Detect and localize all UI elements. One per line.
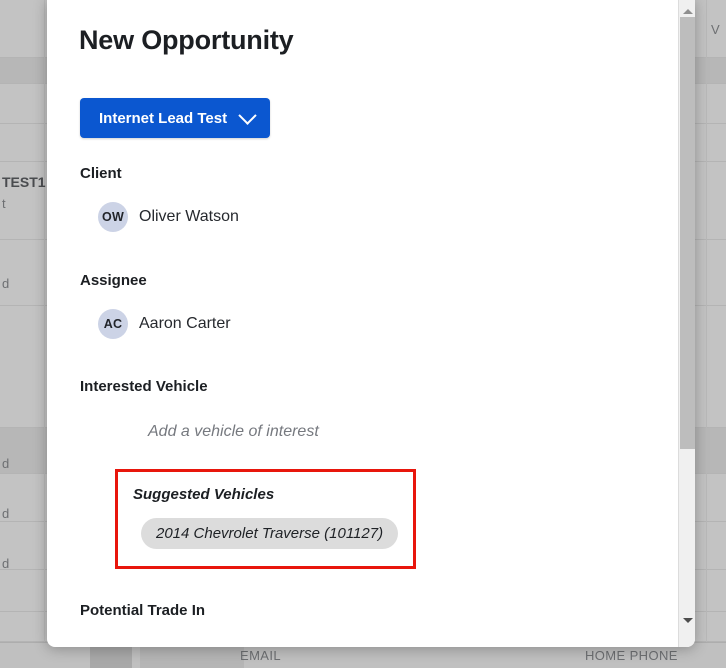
avatar: OW [98,202,128,232]
assignee-name: Aaron Carter [139,315,231,332]
table-column-separator [44,0,45,668]
page-title: New Opportunity [79,25,294,55]
interested-vehicle-label: Interested Vehicle [80,378,208,395]
assignee-value[interactable]: AC Aaron Carter [98,309,231,339]
modal-body: New Opportunity ✕ Internet Lead Test Cli… [47,0,695,647]
opportunity-type-dropdown[interactable]: Internet Lead Test [80,98,271,138]
table-column-separator [706,0,707,668]
new-opportunity-modal: New Opportunity ✕ Internet Lead Test Cli… [47,0,695,647]
client-name: Oliver Watson [139,208,239,225]
triangle-up-icon [682,9,693,14]
client-value[interactable]: OW Oliver Watson [98,202,239,232]
suggested-vehicles-highlight: Suggested Vehicles 2014 Chevrolet Traver… [115,469,416,569]
avatar: AC [98,309,128,339]
table-cell-value: d [2,456,10,471]
modal-scrollbar[interactable] [678,0,695,647]
table-header-email: EMAIL [240,648,282,663]
table-cell-value: d [2,276,10,291]
chevron-down-icon [238,105,257,125]
table-cell-value: V [711,22,720,37]
scroll-down-arrow-icon[interactable] [679,612,695,629]
suggested-vehicles-label: Suggested Vehicles [133,486,275,503]
table-header-home-phone: HOME PHONE [585,648,678,663]
table-cell-value: d [2,556,10,571]
suggested-vehicle-chip[interactable]: 2014 Chevrolet Traverse (101127) [141,518,399,549]
client-label: Client [80,165,122,182]
triangle-down-icon [682,618,693,623]
potential-trade-in-label: Potential Trade In [80,602,206,619]
opportunity-type-label: Internet Lead Test [99,109,228,127]
assignee-label: Assignee [80,272,147,289]
table-cell-value: d [2,506,10,521]
interested-vehicle-input[interactable]: Add a vehicle of interest [148,423,319,441]
scrollbar-thumb[interactable] [680,17,695,449]
table-cell-value: t [2,196,6,211]
table-cell-value: TEST1 [2,174,46,190]
